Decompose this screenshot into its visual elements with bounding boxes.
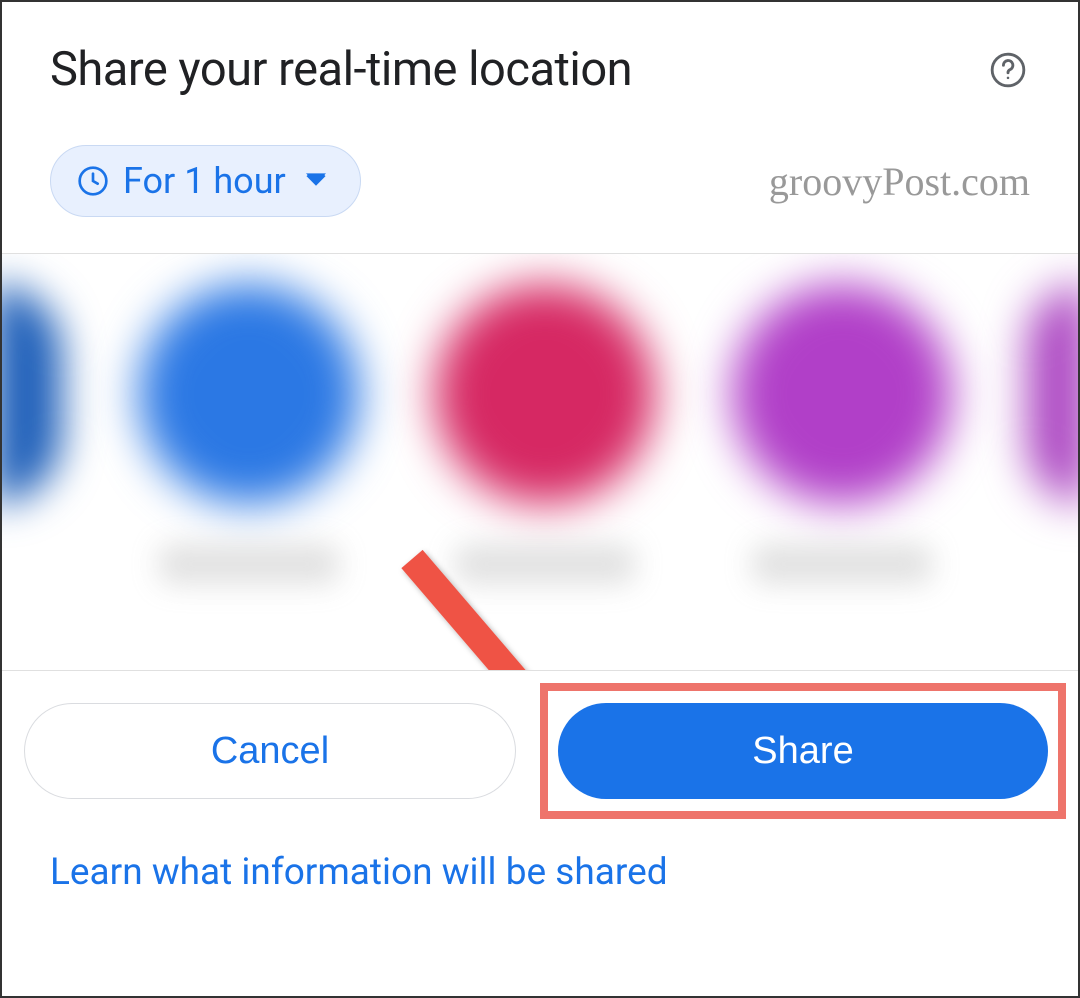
contact-item[interactable]	[435, 284, 655, 584]
dialog-header: Share your real-time location	[2, 2, 1078, 121]
cancel-button[interactable]: Cancel	[24, 703, 516, 799]
duration-label: For 1 hour	[123, 160, 286, 202]
contact-avatar-blurred	[732, 284, 952, 504]
contact-avatar-partial-right	[1028, 284, 1078, 504]
annotation-highlight-box: Share	[540, 683, 1066, 819]
contact-name-blurred	[752, 544, 932, 584]
contact-avatar-blurred	[139, 284, 359, 504]
share-button[interactable]: Share	[558, 703, 1048, 799]
dialog-title: Share your real-time location	[50, 42, 632, 97]
learn-more-link[interactable]: Learn what information will be shared	[2, 815, 1078, 918]
duration-chip[interactable]: For 1 hour	[50, 145, 361, 217]
contact-item[interactable]	[732, 284, 952, 584]
contact-name-blurred	[159, 544, 339, 584]
clock-icon	[77, 165, 109, 197]
contact-avatar-blurred	[435, 284, 655, 504]
contact-item[interactable]	[139, 284, 359, 584]
actions-row: Cancel Share	[2, 671, 1078, 815]
chevron-down-icon	[306, 172, 326, 191]
share-location-dialog: Share your real-time location For 1 hour	[0, 0, 1080, 998]
contact-avatar-partial-left	[2, 284, 62, 504]
contact-name-blurred	[455, 544, 635, 584]
watermark-text: groovyPost.com	[769, 158, 1030, 205]
contacts-strip	[2, 254, 1078, 670]
help-icon[interactable]	[986, 48, 1030, 92]
duration-row: For 1 hour groovyPost.com	[2, 121, 1078, 253]
